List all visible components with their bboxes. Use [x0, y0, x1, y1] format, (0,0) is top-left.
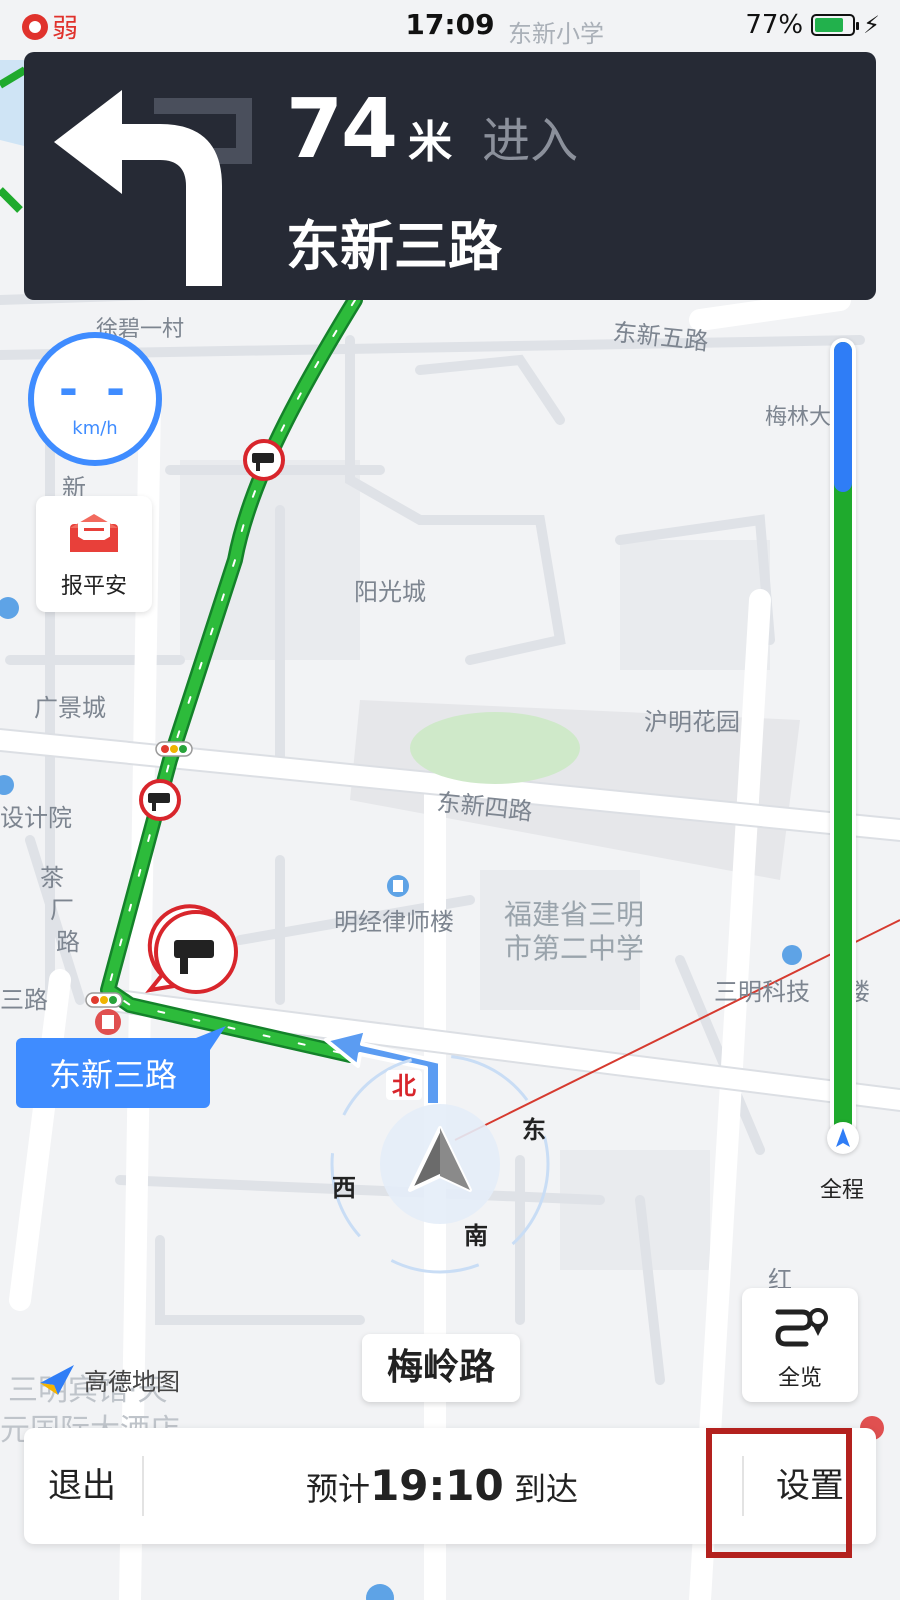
current-road-name: 梅岭路: [362, 1334, 520, 1402]
guidance-road-name: 东新三路: [286, 215, 502, 278]
speed-camera-icon[interactable]: [139, 779, 181, 821]
map-label: 设计院: [0, 804, 72, 832]
map-label: 福建省三明: [504, 898, 644, 931]
map-provider-logo: 高德地图: [36, 1362, 180, 1397]
route-progress-traveled: [834, 342, 852, 492]
compass-west-label: 西: [332, 1174, 356, 1202]
guidance-action: 进入: [482, 113, 579, 169]
report-safe-label: 报平安: [60, 574, 127, 599]
report-safe-button[interactable]: 报平安: [36, 496, 152, 612]
annotation-highlight-box: [706, 1428, 852, 1558]
guidance-unit: 米: [408, 117, 453, 168]
eta-time: 19:10: [370, 1461, 504, 1510]
map-label: 路: [56, 928, 80, 956]
route-overview-icon: [775, 1308, 828, 1347]
traffic-light-icon: [155, 741, 193, 757]
map-label: 三明科技: [714, 978, 810, 1006]
route-road-badge-label: 东新三路: [49, 1056, 177, 1094]
map-label: 阳光城: [354, 578, 426, 606]
route-overview-button[interactable]: 全览: [742, 1288, 858, 1402]
compass-east-label: 东: [522, 1116, 546, 1144]
compass-north-label: 北: [392, 1072, 416, 1100]
map-label: 厂: [50, 896, 74, 924]
guidance-distance: 74: [286, 82, 398, 177]
poi-gas-station-icon: [95, 1009, 121, 1035]
route-progress-bar[interactable]: [826, 338, 860, 1158]
speedometer[interactable]: - - km/h: [28, 332, 162, 466]
poi-building-icon: [387, 875, 409, 897]
eta-suffix: 到达: [513, 1470, 578, 1508]
guidance-distance-row: 74 米 进入: [286, 82, 578, 177]
map-label: 梅林大: [765, 405, 831, 430]
exit-navigation-button[interactable]: 退出: [24, 1428, 140, 1544]
route-road-badge: 东新三路: [16, 1026, 226, 1108]
status-bar: 弱 17:09 77% ⚡: [0, 0, 900, 50]
battery-status: 77% ⚡: [745, 10, 880, 40]
position-marker-icon: [827, 1122, 859, 1154]
map-label: 明经律师楼: [334, 908, 454, 936]
traffic-light-icon: [85, 992, 123, 1008]
map-label: 广景城: [34, 694, 106, 722]
route-progress-label: 全程: [819, 1178, 864, 1203]
map-label: 三路: [0, 986, 48, 1014]
guidance-panel[interactable]: 74 米 进入 东新三路: [24, 52, 876, 300]
speed-unit: km/h: [72, 418, 118, 439]
battery-icon: [811, 14, 860, 36]
turn-left-arrow-icon: [54, 90, 252, 286]
battery-percent: 77%: [745, 10, 804, 40]
amap-logo-icon: [40, 1364, 74, 1395]
eta-prefix: 预计: [306, 1470, 371, 1508]
map-provider-name: 高德地图: [84, 1368, 180, 1396]
envelope-icon: [70, 514, 118, 552]
speed-camera-icon[interactable]: [243, 439, 285, 481]
map-label: 沪明花园: [644, 708, 740, 736]
charging-icon: ⚡: [863, 11, 880, 39]
eta-display: 预计19:10 到达: [142, 1428, 742, 1544]
speed-value: - -: [58, 362, 132, 416]
compass-south-label: 南: [464, 1222, 488, 1250]
route-overview-label: 全览: [777, 1366, 822, 1391]
map-label: 茶: [40, 864, 64, 892]
map-label: 市第二中学: [504, 932, 644, 965]
